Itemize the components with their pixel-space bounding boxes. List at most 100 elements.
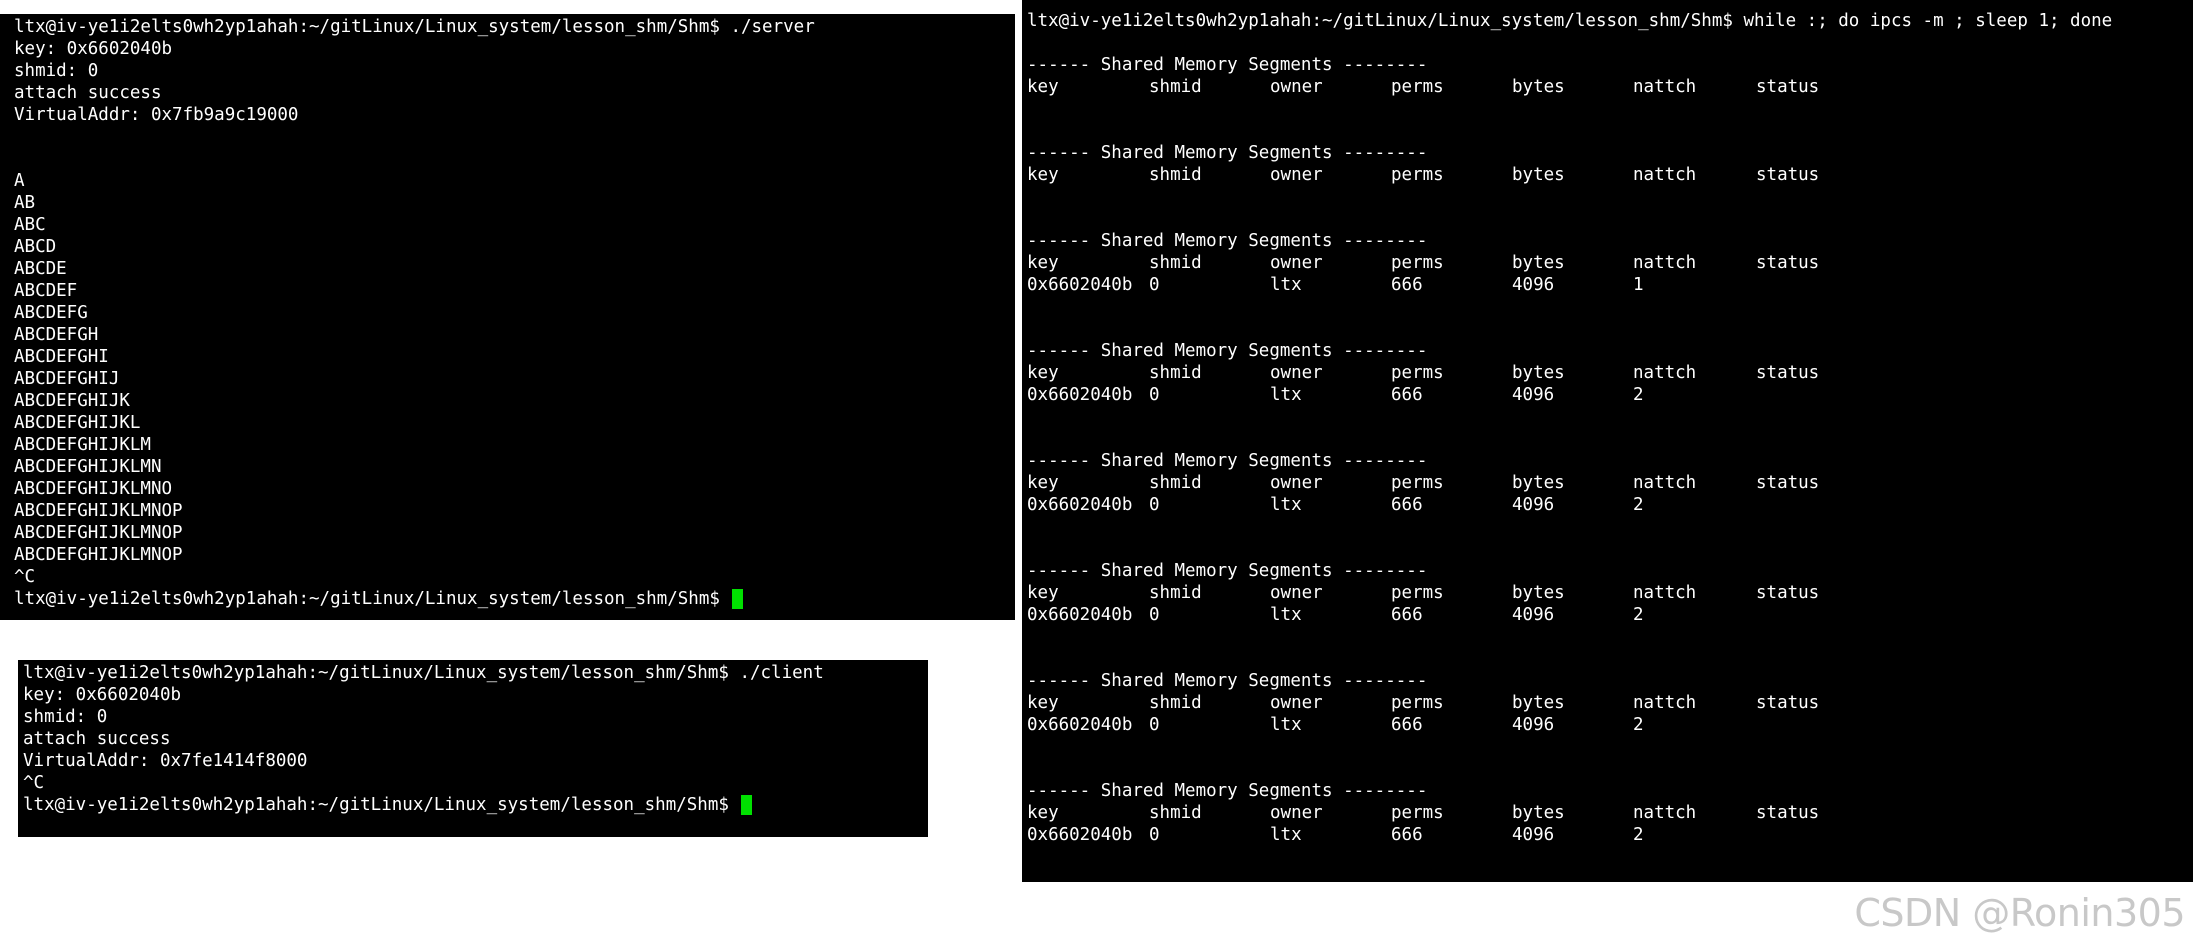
ipcs-terminal[interactable]: ltx@iv-ye1i2elts0wh2yp1ahah:~/gitLinux/L… bbox=[1022, 0, 2193, 882]
column-header: status bbox=[1756, 77, 1820, 97]
server-final-prompt: ltx@iv-ye1i2elts0wh2yp1ahah:~/gitLinux/L… bbox=[14, 589, 731, 609]
column-header: perms bbox=[1391, 165, 1444, 185]
column-header: owner bbox=[1270, 77, 1323, 97]
output-line: ABCDEFGH bbox=[14, 325, 99, 345]
ipcs-block: ------ Shared Memory Segments -------- ke… bbox=[1027, 120, 2193, 208]
column-header: bytes bbox=[1512, 803, 1565, 823]
table-cell: ltx bbox=[1270, 715, 1302, 735]
output-line: ABCDEFGHIJKLMNOP bbox=[14, 501, 183, 521]
client-prompt-line[interactable]: ltx@iv-ye1i2elts0wh2yp1ahah:~/gitLinux/L… bbox=[23, 794, 928, 816]
table-cell: 0 bbox=[1149, 275, 1160, 295]
table-cell: 4096 bbox=[1512, 825, 1555, 845]
column-header: shmid bbox=[1149, 165, 1202, 185]
column-header: bytes bbox=[1512, 473, 1565, 493]
ipcs-block: ------ Shared Memory Segments -------- ke… bbox=[1027, 538, 2193, 648]
output-line: ABCDEFGHIJKLMNO bbox=[14, 479, 173, 499]
table-cell: ltx bbox=[1270, 605, 1302, 625]
table-cell: 0 bbox=[1149, 605, 1160, 625]
column-headers: key shmid owner perms bytes nattch status bbox=[1027, 472, 2193, 494]
column-header: owner bbox=[1270, 693, 1323, 713]
table-cell: 666 bbox=[1391, 385, 1423, 405]
ipcs-output: ------ Shared Memory Segments -------- ke… bbox=[1027, 32, 2193, 868]
column-header: nattch bbox=[1633, 693, 1697, 713]
section-header: ------ Shared Memory Segments -------- bbox=[1027, 341, 1428, 361]
column-header: perms bbox=[1391, 803, 1444, 823]
column-header: nattch bbox=[1633, 473, 1697, 493]
column-header: nattch bbox=[1633, 583, 1697, 603]
table-row: 0x6602040b 0 ltx 666 4096 1 bbox=[1027, 274, 2193, 296]
output-line: AB bbox=[14, 193, 36, 213]
column-header: key bbox=[1027, 165, 1059, 185]
csdn-watermark: CSDN @Ronin305 bbox=[1854, 891, 2185, 935]
column-header: owner bbox=[1270, 253, 1323, 273]
table-cell: 4096 bbox=[1512, 275, 1555, 295]
table-cell: 666 bbox=[1391, 605, 1423, 625]
ipcs-command-line: ltx@iv-ye1i2elts0wh2yp1ahah:~/gitLinux/L… bbox=[1027, 11, 2113, 31]
output-line: attach success bbox=[14, 83, 162, 103]
table-cell: 0x6602040b bbox=[1027, 495, 1133, 515]
cursor-icon bbox=[732, 589, 744, 609]
section-header: ------ Shared Memory Segments -------- bbox=[1027, 561, 1428, 581]
table-cell: 2 bbox=[1633, 715, 1644, 735]
table-cell: 0x6602040b bbox=[1027, 605, 1133, 625]
column-header: owner bbox=[1270, 363, 1323, 383]
column-headers: key shmid owner perms bytes nattch status bbox=[1027, 76, 2193, 98]
table-row: 0x6602040b 0 ltx 666 4096 2 bbox=[1027, 714, 2193, 736]
output-line: A bbox=[14, 171, 25, 191]
table-cell: 0x6602040b bbox=[1027, 825, 1133, 845]
column-header: bytes bbox=[1512, 363, 1565, 383]
table-cell: 666 bbox=[1391, 825, 1423, 845]
table-cell: 1 bbox=[1633, 275, 1644, 295]
output-line: shmid: 0 bbox=[23, 707, 108, 727]
table-row: 0x6602040b 0 ltx 666 4096 2 bbox=[1027, 824, 2193, 846]
column-header: perms bbox=[1391, 693, 1444, 713]
column-header: shmid bbox=[1149, 473, 1202, 493]
column-header: perms bbox=[1391, 363, 1444, 383]
column-headers: key shmid owner perms bytes nattch status bbox=[1027, 362, 2193, 384]
output-line: ^C bbox=[14, 567, 36, 587]
client-output: key: 0x6602040b shmid: 0 attach success Vir… bbox=[23, 684, 928, 794]
table-row: 0x6602040b 0 ltx 666 4096 2 bbox=[1027, 384, 2193, 406]
section-header: ------ Shared Memory Segments -------- bbox=[1027, 671, 1428, 691]
column-header: perms bbox=[1391, 583, 1444, 603]
table-cell: 4096 bbox=[1512, 715, 1555, 735]
server-prompt-line[interactable]: ltx@iv-ye1i2elts0wh2yp1ahah:~/gitLinux/L… bbox=[14, 588, 1015, 610]
column-headers: key shmid owner perms bytes nattch status bbox=[1027, 582, 2193, 604]
column-header: nattch bbox=[1633, 253, 1697, 273]
output-line: ABCD bbox=[14, 237, 57, 257]
server-command-line: ltx@iv-ye1i2elts0wh2yp1ahah:~/gitLinux/L… bbox=[14, 17, 815, 37]
table-cell: 2 bbox=[1633, 605, 1644, 625]
ipcs-block: ------ Shared Memory Segments -------- ke… bbox=[1027, 318, 2193, 428]
column-header: key bbox=[1027, 77, 1059, 97]
server-output: key: 0x6602040b shmid: 0 attach success Vir… bbox=[14, 38, 1015, 588]
column-header: bytes bbox=[1512, 583, 1565, 603]
output-line: key: 0x6602040b bbox=[14, 39, 173, 59]
table-cell: 4096 bbox=[1512, 385, 1555, 405]
column-header: owner bbox=[1270, 473, 1323, 493]
table-cell: ltx bbox=[1270, 495, 1302, 515]
column-header: shmid bbox=[1149, 803, 1202, 823]
output-line: ^C bbox=[23, 773, 45, 793]
server-terminal[interactable]: ltx@iv-ye1i2elts0wh2yp1ahah:~/gitLinux/L… bbox=[0, 14, 1015, 620]
table-cell: 4096 bbox=[1512, 605, 1555, 625]
table-cell: 0x6602040b bbox=[1027, 715, 1133, 735]
ipcs-block: ------ Shared Memory Segments -------- ke… bbox=[1027, 208, 2193, 318]
output-line: ABCDEFGHIJ bbox=[14, 369, 120, 389]
output-line: ABCDEFGHIJKLMNOP bbox=[14, 523, 183, 543]
output-line: ABCDEF bbox=[14, 281, 78, 301]
output-line: VirtualAddr: 0x7fb9a9c19000 bbox=[14, 105, 299, 125]
table-cell: ltx bbox=[1270, 275, 1302, 295]
column-header: status bbox=[1756, 165, 1820, 185]
table-cell: ltx bbox=[1270, 825, 1302, 845]
client-terminal[interactable]: ltx@iv-ye1i2elts0wh2yp1ahah:~/gitLinux/L… bbox=[18, 660, 928, 837]
column-header: bytes bbox=[1512, 693, 1565, 713]
column-header: owner bbox=[1270, 165, 1323, 185]
column-header: key bbox=[1027, 253, 1059, 273]
